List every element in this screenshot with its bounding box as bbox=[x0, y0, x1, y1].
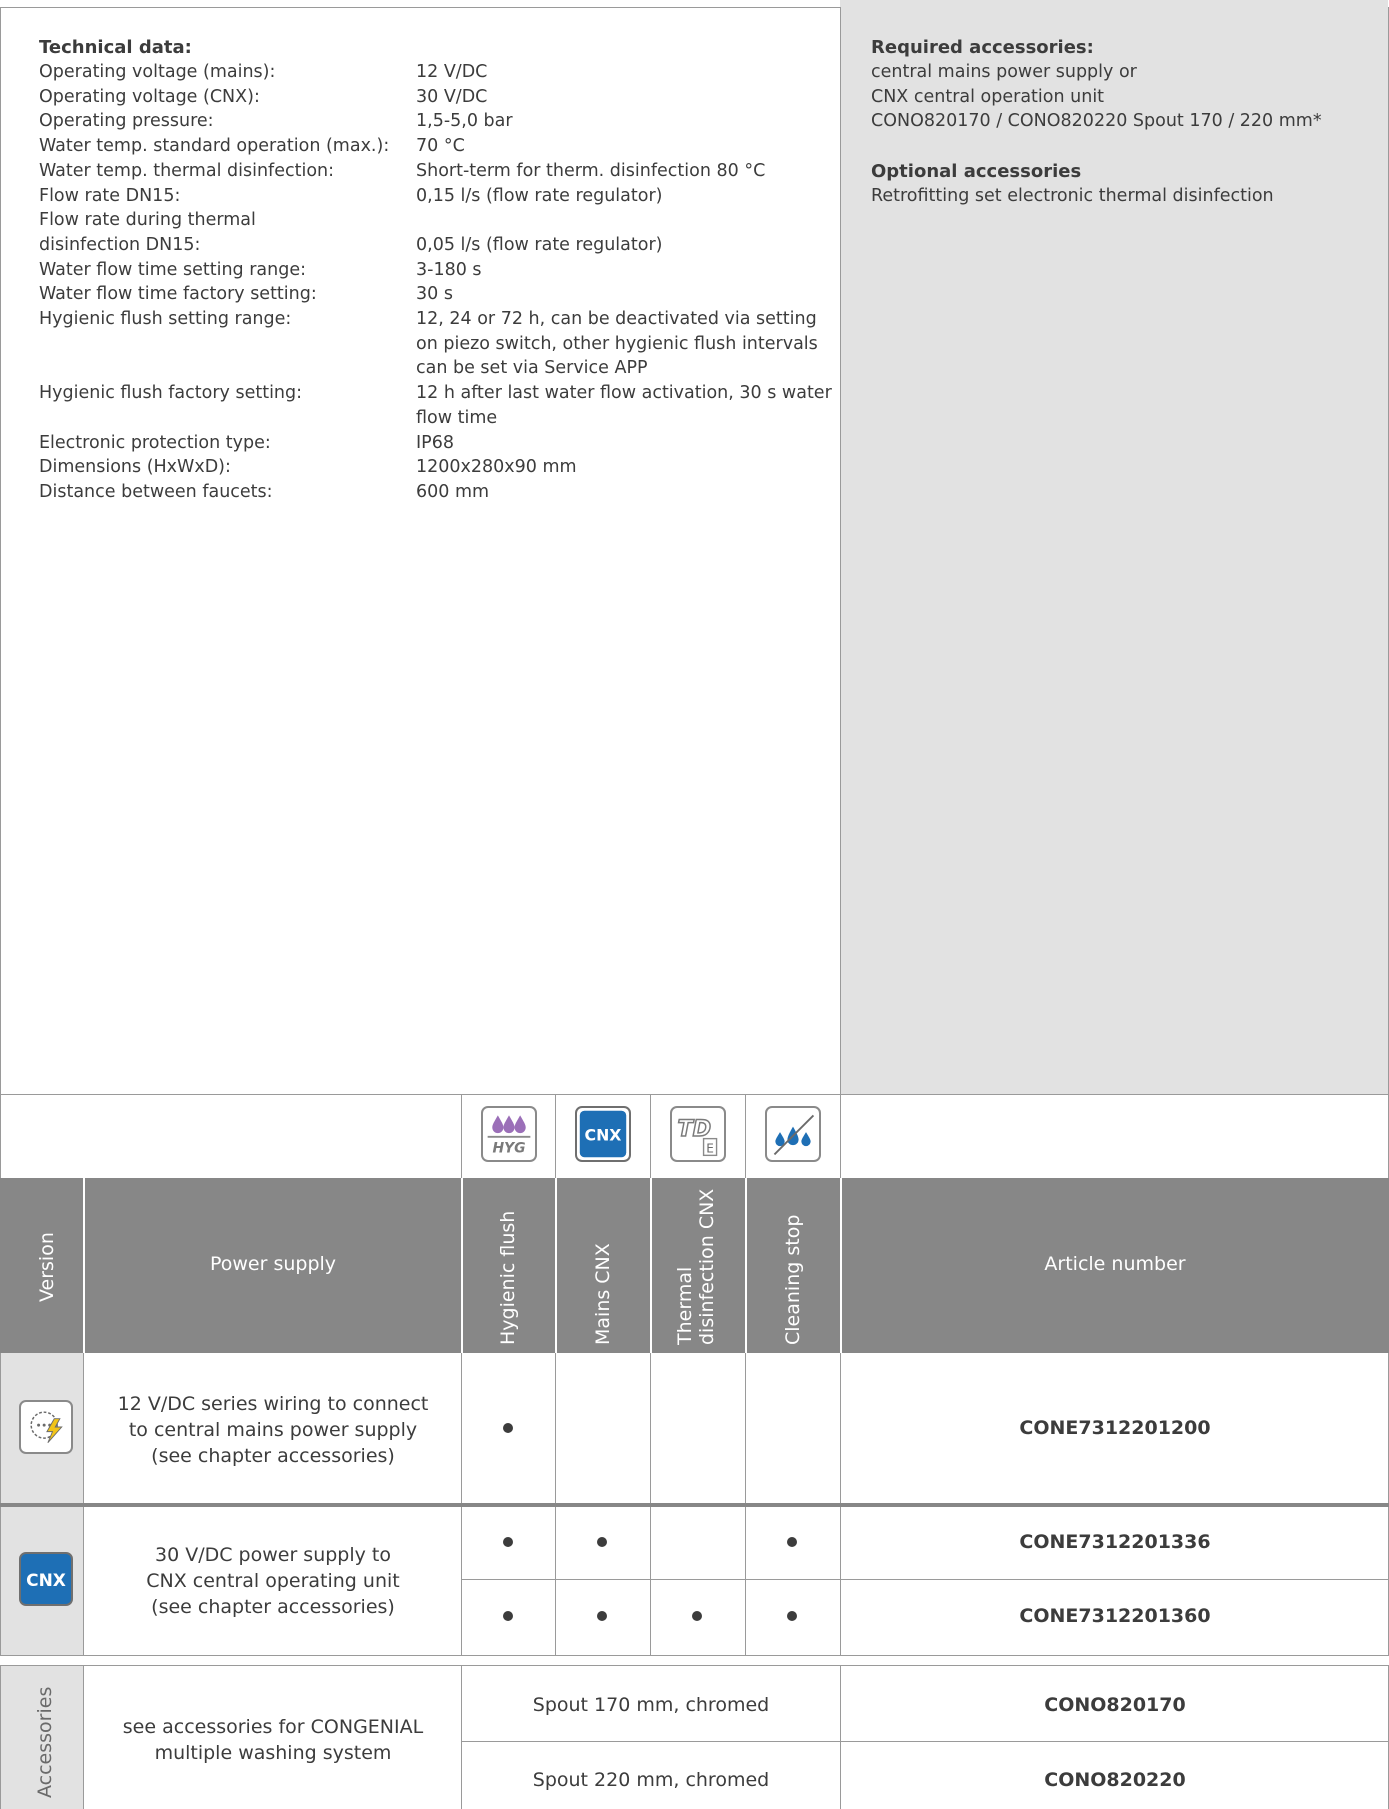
row2a-cleaning-stop-dot bbox=[787, 1537, 797, 1547]
tech-key: Hygienic flush setting range: bbox=[39, 309, 292, 330]
row2-power-line: (see chapter accessories) bbox=[151, 1596, 395, 1618]
technical-data-heading: Technical data: bbox=[39, 37, 192, 58]
tech-key: Water temp. standard operation (max.): bbox=[39, 136, 390, 157]
optional-accessories-heading: Optional accessories bbox=[871, 161, 1082, 183]
accessories-panel: Required accessories: central mains powe… bbox=[840, 0, 1388, 1094]
tech-value: 3-180 s bbox=[416, 259, 482, 280]
header-thermal: Thermal bbox=[674, 1266, 696, 1345]
row2b-article-number: CONE7312201360 bbox=[1019, 1605, 1211, 1627]
tech-key: Hygienic flush factory setting: bbox=[39, 383, 303, 404]
row1-power-line: to central mains power supply bbox=[128, 1419, 418, 1441]
accessory-article-number: CONO820220 bbox=[1044, 1769, 1186, 1791]
tech-value: 1,5-5,0 bar bbox=[416, 111, 513, 132]
tech-key: Distance between faucets: bbox=[39, 481, 273, 502]
hygienic-flush-icon: HYG bbox=[481, 1106, 537, 1162]
mains-power-icon bbox=[19, 1400, 73, 1454]
row2a-article-number: CONE7312201336 bbox=[1019, 1531, 1211, 1553]
tech-value: 12 h after last water flow activation, 3… bbox=[416, 383, 832, 428]
accessory-article-number: CONO820170 bbox=[1044, 1694, 1186, 1716]
tech-value: 30 s bbox=[416, 284, 453, 305]
cnx-icon: CNX bbox=[575, 1106, 631, 1162]
header-hygienic-flush: Hygienic flush bbox=[497, 1210, 519, 1345]
tech-key: Operating voltage (CNX): bbox=[39, 86, 260, 107]
row2-power-line: 30 V/DC power supply to bbox=[154, 1544, 391, 1566]
cnx-icon: CNX bbox=[19, 1552, 73, 1606]
tech-key: Water temp. thermal disinfection: bbox=[39, 160, 335, 181]
tech-key: Operating voltage (mains): bbox=[39, 62, 276, 82]
tech-value: 30 V/DC bbox=[416, 86, 488, 107]
accessories-description: see accessories for CONGENIAL multiple w… bbox=[85, 1700, 461, 1780]
row2b-mains-cnx-dot bbox=[597, 1611, 607, 1621]
optional-accessory-line: Retrofitting set electronic thermal disi… bbox=[871, 186, 1274, 207]
tech-key: Flow rate during thermal bbox=[39, 210, 256, 231]
tech-key: Water flow time setting range: bbox=[39, 259, 307, 280]
td-icon-sub: E bbox=[706, 1142, 714, 1156]
header-version: Version bbox=[36, 1232, 58, 1302]
row2b-cleaning-stop-dot bbox=[787, 1611, 797, 1621]
row2-cnx-icon-text: CNX bbox=[26, 1571, 66, 1591]
tech-key: Flow rate DN15: bbox=[39, 185, 181, 206]
header-article-number: Article number bbox=[1044, 1253, 1186, 1275]
accessory-name: Spout 220 mm, chromed bbox=[532, 1769, 770, 1791]
required-accessory-line: central mains power supply or bbox=[871, 62, 1137, 82]
cnx-icon-text: CNX bbox=[585, 1126, 622, 1145]
tech-value bbox=[416, 208, 836, 233]
tech-key: Dimensions (HxWxD): bbox=[39, 457, 231, 478]
accessories-description-line: multiple washing system bbox=[154, 1742, 392, 1764]
row2-power-line: CNX central operating unit bbox=[146, 1570, 400, 1592]
tech-value: 70 °C bbox=[416, 136, 465, 157]
tech-key: disinfection DN15: bbox=[39, 234, 201, 255]
tech-value: 0,15 l/s (flow rate regulator) bbox=[416, 185, 663, 206]
tech-key: Water flow time factory setting: bbox=[39, 284, 317, 305]
tech-value: 12 V/DC bbox=[416, 62, 488, 82]
technical-data: Technical data: Operating voltage (mains… bbox=[39, 36, 839, 505]
hyg-icon-text: HYG bbox=[492, 1141, 525, 1157]
header-power-supply: Power supply bbox=[209, 1253, 337, 1275]
header-cleaning-stop: Cleaning stop bbox=[782, 1214, 804, 1345]
header-mains-cnx: Mains CNX bbox=[592, 1243, 614, 1345]
accessories-label: Accessories bbox=[34, 1686, 56, 1798]
tech-value: Short-term for therm. disinfection 80 °C bbox=[416, 160, 766, 181]
tech-value: 1200x280x90 mm bbox=[416, 457, 577, 478]
row1-hygienic-flush-dot bbox=[503, 1423, 513, 1433]
row2b-thermal-dot bbox=[692, 1611, 702, 1621]
row1-power-line: 12 V/DC series wiring to connect bbox=[117, 1393, 429, 1415]
required-accessory-line: CONO820170 / CONO820220 Spout 170 / 220 … bbox=[871, 111, 1322, 132]
required-accessory-line: CNX central operation unit bbox=[871, 86, 1105, 107]
accessories-description-line: see accessories for CONGENIAL bbox=[122, 1716, 424, 1738]
tech-value: 12, 24 or 72 h, can be deactivated via s… bbox=[416, 309, 818, 379]
tech-key: Electronic protection type: bbox=[39, 432, 271, 453]
tech-value: 0,05 l/s (flow rate regulator) bbox=[416, 234, 663, 255]
row2-power-supply: 30 V/DC power supply to CNX central oper… bbox=[85, 1531, 461, 1631]
tech-value: 600 mm bbox=[416, 481, 490, 502]
row2b-hygienic-flush-dot bbox=[503, 1611, 513, 1621]
thermal-disinfection-icon: TD E bbox=[670, 1106, 726, 1162]
header-thermal-2: disinfection CNX bbox=[696, 1188, 718, 1345]
row1-power-supply: 12 V/DC series wiring to connect to cent… bbox=[85, 1380, 461, 1480]
row2a-hygienic-flush-dot bbox=[503, 1537, 513, 1547]
tech-value: IP68 bbox=[416, 432, 454, 453]
row2a-mains-cnx-dot bbox=[597, 1537, 607, 1547]
row1-power-line: (see chapter accessories) bbox=[151, 1445, 395, 1467]
tech-key: Operating pressure: bbox=[39, 111, 214, 132]
accessory-name: Spout 170 mm, chromed bbox=[532, 1694, 770, 1716]
row1-article-number: CONE7312201200 bbox=[1019, 1417, 1211, 1439]
cleaning-stop-icon bbox=[765, 1106, 821, 1162]
required-accessories-heading: Required accessories: bbox=[871, 37, 1094, 58]
